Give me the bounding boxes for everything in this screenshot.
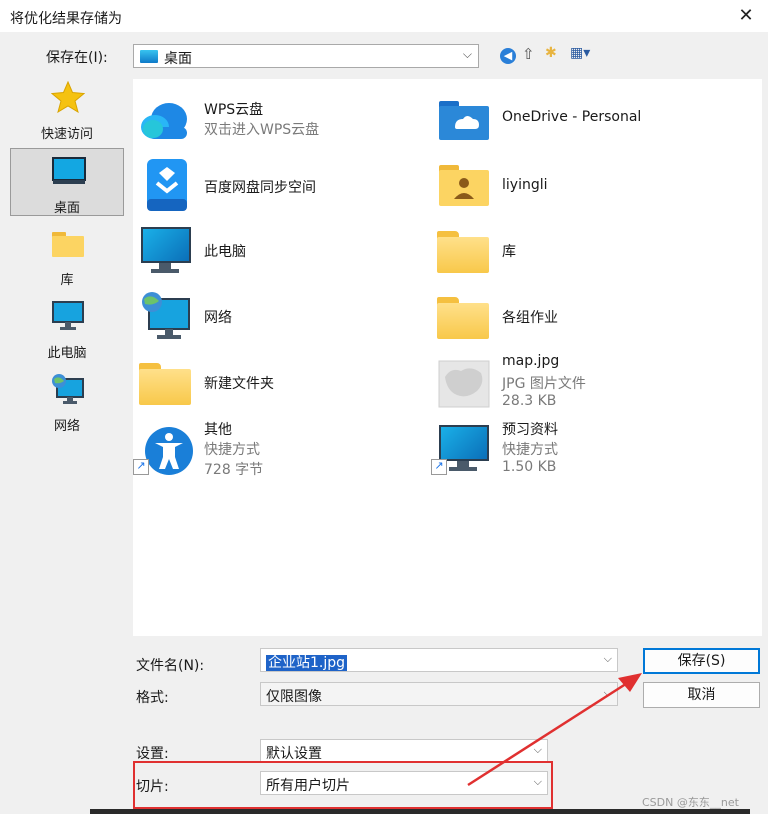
file-detail: 快捷方式 xyxy=(502,442,558,458)
chevron-down-icon[interactable]: ⌵ xyxy=(604,652,612,666)
file-name: OneDrive - Personal xyxy=(502,109,642,125)
view-menu-icon[interactable]: ▦▾ xyxy=(570,45,590,65)
desktop-icon xyxy=(52,157,86,184)
sidebar-item-label: 网络 xyxy=(53,419,80,434)
file-name: map.jpg xyxy=(502,353,560,369)
format-label: 格式: xyxy=(136,690,169,706)
file-name: 库 xyxy=(502,244,516,260)
list-item[interactable]: ↗ 预习资料 快捷方式 1.50 KB xyxy=(431,419,731,481)
list-item[interactable]: 网络 xyxy=(133,287,433,349)
watermark: CSDN @东东__net xyxy=(642,796,739,809)
list-item[interactable]: 库 xyxy=(431,221,731,283)
baidu-netdisk-icon xyxy=(147,159,187,211)
computer-icon xyxy=(139,225,193,277)
cancel-button[interactable]: 取消 xyxy=(643,682,760,708)
cloud-icon xyxy=(141,103,187,139)
list-item[interactable]: liyingli xyxy=(431,155,731,217)
save-button[interactable]: 保存(S) xyxy=(643,648,760,674)
sidebar-item-network[interactable]: 网络 xyxy=(10,367,124,435)
file-name: WPS云盘 xyxy=(204,102,264,118)
list-item[interactable]: 百度网盘同步空间 xyxy=(133,155,433,217)
file-detail: JPG 图片文件 xyxy=(502,376,586,392)
filename-input[interactable]: 企业站1.jpg ⌵ xyxy=(260,648,618,672)
list-item[interactable]: WPS云盘 双击进入WPS云盘 xyxy=(133,89,433,151)
folder-icon xyxy=(139,357,193,409)
file-name: 预习资料 xyxy=(502,422,558,438)
file-name: 百度网盘同步空间 xyxy=(204,180,316,196)
back-icon[interactable]: ◀ xyxy=(500,48,516,64)
file-name: 各组作业 xyxy=(502,310,558,326)
sidebar-item-desktop[interactable]: 桌面 xyxy=(10,148,124,216)
list-item[interactable]: 新建文件夹 xyxy=(133,353,433,415)
library-folder-icon xyxy=(437,225,491,277)
settings-value: 默认设置 xyxy=(266,746,322,762)
file-name: 此电脑 xyxy=(204,244,246,260)
location-value: 桌面 xyxy=(164,51,192,67)
list-item[interactable]: OneDrive - Personal xyxy=(431,89,731,151)
list-item[interactable]: 此电脑 xyxy=(133,221,433,283)
list-item[interactable]: ↗ 其他 快捷方式 728 字节 xyxy=(133,419,433,481)
folder-icon xyxy=(437,291,491,343)
new-folder-icon[interactable]: ✱ xyxy=(545,45,557,65)
annotation-highlight-box xyxy=(133,761,553,809)
network-icon xyxy=(142,292,190,339)
computer-icon xyxy=(52,301,84,330)
chevron-down-icon: ⌵ xyxy=(603,686,612,699)
network-icon xyxy=(52,374,84,404)
save-in-label: 保存在(I): xyxy=(46,50,108,66)
format-value: 仅限图像 xyxy=(266,689,322,705)
sidebar-item-label: 此电脑 xyxy=(47,346,87,361)
sidebar-item-label: 库 xyxy=(60,273,74,288)
image-file-icon xyxy=(438,360,490,408)
chevron-down-icon: ⌵ xyxy=(462,47,472,61)
file-name: 网络 xyxy=(204,310,232,326)
file-size: 28.3 KB xyxy=(502,393,557,409)
file-name: 新建文件夹 xyxy=(204,376,274,392)
sidebar-item-this-pc[interactable]: 此电脑 xyxy=(10,294,124,362)
desktop-icon xyxy=(140,50,158,63)
user-folder-icon xyxy=(439,165,489,206)
filename-value: 企业站1.jpg xyxy=(266,655,348,671)
shortcut-arrow-icon: ↗ xyxy=(431,459,447,475)
sidebar-item-label: 快速访问 xyxy=(40,127,93,142)
file-name: 其他 xyxy=(204,422,232,438)
file-list-pane: WPS云盘 双击进入WPS云盘 OneDrive - Personal 百度网盘… xyxy=(133,79,762,636)
format-select[interactable]: 仅限图像 ⌵ xyxy=(260,682,618,706)
settings-label: 设置: xyxy=(136,746,169,762)
dialog-title: 将优化结果存储为 xyxy=(10,11,122,27)
file-name: liyingli xyxy=(502,177,548,193)
chevron-down-icon: ⌵ xyxy=(533,743,542,756)
settings-select[interactable]: 默认设置 ⌵ xyxy=(260,739,548,763)
file-detail: 快捷方式 xyxy=(204,442,260,458)
sidebar-item-library[interactable]: 库 xyxy=(10,221,124,289)
file-size: 728 字节 xyxy=(204,462,264,478)
star-icon xyxy=(51,81,85,113)
folder-icon xyxy=(52,232,84,257)
sidebar-item-quick-access[interactable]: 快速访问 xyxy=(10,75,124,143)
onedrive-folder-icon xyxy=(439,101,489,140)
title-bar: 将优化结果存储为 ✕ xyxy=(0,0,768,32)
shortcut-arrow-icon: ↗ xyxy=(133,459,149,475)
close-icon[interactable]: ✕ xyxy=(734,4,758,28)
list-item[interactable]: map.jpg JPG 图片文件 28.3 KB xyxy=(431,353,731,415)
location-dropdown[interactable]: 桌面 ⌵ xyxy=(133,44,479,68)
places-sidebar: 快速访问 桌面 库 此电脑 网络 xyxy=(6,75,128,635)
filename-label: 文件名(N): xyxy=(136,658,205,674)
sidebar-item-label: 桌面 xyxy=(53,201,80,216)
up-folder-icon[interactable]: ⇧ xyxy=(522,45,535,65)
file-size: 1.50 KB xyxy=(502,459,557,475)
file-detail: 双击进入WPS云盘 xyxy=(204,122,320,138)
list-item[interactable]: 各组作业 xyxy=(431,287,731,349)
